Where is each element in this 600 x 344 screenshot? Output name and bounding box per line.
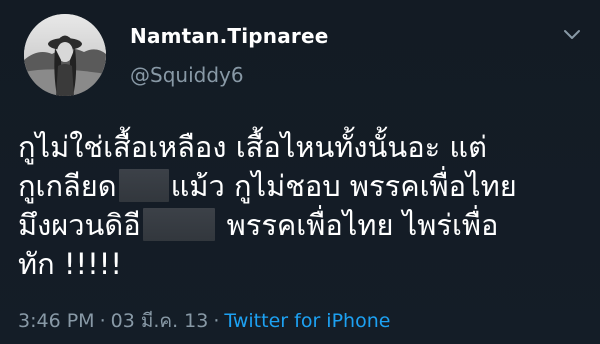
- tweet-line-2: กูเกลียด แม้ว กูไม่ชอบ พรรคเพื่อไทย: [18, 167, 588, 206]
- tweet-text-segment: กูไม่ใช่เสื้อเหลือง เสื้อไหนทั้งนั้นอะ แ…: [18, 130, 487, 164]
- tweet-text-segment: กูเกลียด: [18, 169, 117, 203]
- censor-block: [142, 207, 215, 241]
- tweet-text: กูไม่ใช่เสื้อเหลือง เสื้อไหนทั้งนั้นอะ แ…: [18, 128, 588, 284]
- tweet-text-segment: แม้ว กูไม่ชอบ พรรคเพื่อไทย: [170, 169, 517, 203]
- separator-dot: ·: [99, 310, 106, 332]
- tweet-date[interactable]: 03 มี.ค. 13: [111, 310, 209, 332]
- user-handle[interactable]: @Squiddy6: [130, 63, 244, 87]
- tweet-text-segment: ทัก !!!!!: [18, 247, 123, 281]
- tweet-card: Namtan.Tipnaree @Squiddy6 กูไม่ใช่เสื้อเ…: [0, 0, 600, 344]
- tweet-text-segment: พรรคเพื่อไทย ไพร่เพื่อ: [226, 208, 499, 242]
- tweet-time[interactable]: 3:46 PM: [18, 310, 95, 332]
- censor-block: [118, 168, 169, 202]
- chevron-down-icon[interactable]: [561, 26, 583, 44]
- tweet-line-4: ทัก !!!!!: [18, 245, 588, 284]
- tweet-metadata: 3:46 PM · 03 มี.ค. 13 · Twitter for iPhone: [18, 306, 390, 336]
- tweet-source-link[interactable]: Twitter for iPhone: [224, 310, 390, 332]
- display-name[interactable]: Namtan.Tipnaree: [130, 24, 329, 48]
- tweet-line-3: มึงผวนดิอี พรรคเพื่อไทย ไพร่เพื่อ: [18, 206, 588, 245]
- tweet-text-segment: มึงผวนดิอี: [18, 208, 141, 242]
- tweet-line-1: กูไม่ใช่เสื้อเหลือง เสื้อไหนทั้งนั้นอะ แ…: [18, 128, 588, 167]
- avatar[interactable]: [24, 14, 106, 96]
- avatar-photo: [24, 14, 106, 96]
- separator-dot: ·: [213, 310, 220, 332]
